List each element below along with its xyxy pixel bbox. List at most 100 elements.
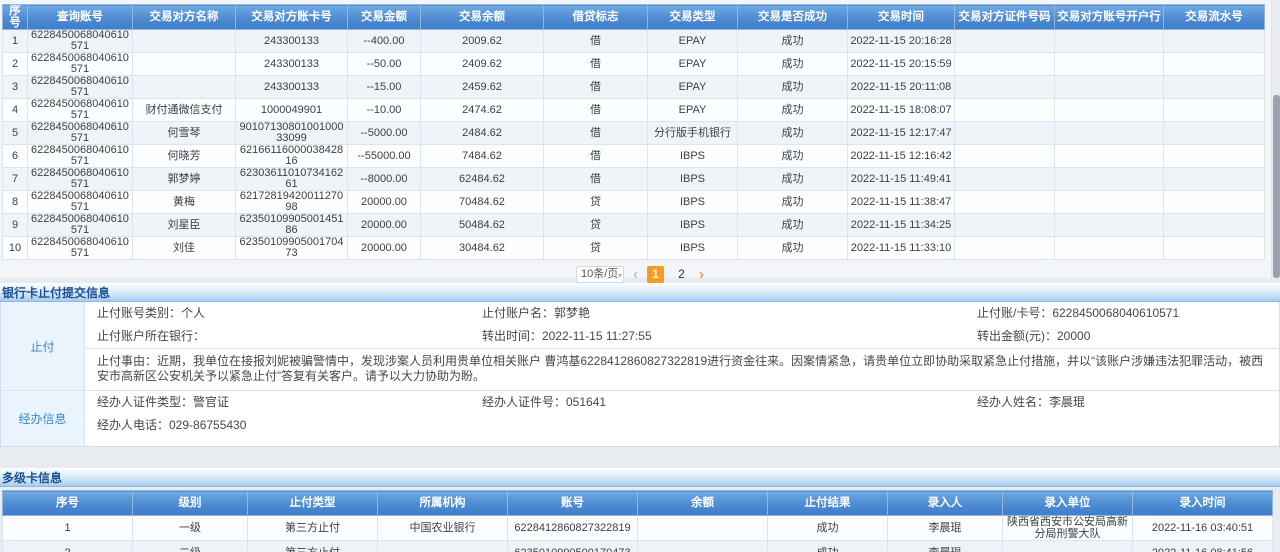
table-cell: 6235010990500145186 — [236, 214, 348, 237]
column-header-counterparty-name: 交易对方名称 — [133, 5, 236, 30]
table-cell: 6235010990500170473 — [236, 237, 348, 260]
table-cell — [1055, 214, 1164, 237]
table-cell: 243300133 — [236, 53, 348, 76]
table-cell: IBPS — [648, 145, 738, 168]
column-header-success: 交易是否成功 — [738, 5, 848, 30]
table-cell — [1055, 237, 1164, 260]
table-cell: 8 — [3, 191, 28, 214]
page-button-2[interactable]: 2 — [673, 266, 690, 283]
table-cell — [1164, 30, 1265, 53]
multi-card-panel: 多级卡信息 序号 级别 止付类型 所属机构 账号 余额 止付结果 录入人 录入单… — [0, 468, 1280, 552]
column-header-stop-result: 止付结果 — [768, 491, 888, 516]
table-cell: 9 — [3, 214, 28, 237]
table-cell — [955, 122, 1055, 145]
handler-cert-type-field: 经办人证件类型：警官证 — [97, 391, 482, 414]
table-cell: 6228450068040610571 — [28, 99, 133, 122]
table-cell: 第三方止付 — [248, 516, 378, 541]
table-cell: 7 — [3, 168, 28, 191]
table-cell: EPAY — [648, 76, 738, 99]
column-header-counterparty-id: 交易对方证件号码 — [955, 5, 1055, 30]
table-cell — [1164, 168, 1265, 191]
table-row[interactable]: 16228450068040610571243300133--400.00200… — [3, 30, 1265, 53]
table-cell: EPAY — [648, 99, 738, 122]
table-cell: 2022-11-15 11:34:25 — [848, 214, 955, 237]
scrollbar-thumb[interactable] — [1273, 95, 1280, 278]
table-cell: --50.00 — [348, 53, 421, 76]
stop-account-name-field: 止付账户名：郭梦艳 — [482, 302, 977, 325]
table-cell — [955, 76, 1055, 99]
table-cell: 2474.62 — [421, 99, 544, 122]
handler-info-block-content: 经办人证件类型：警官证 经办人证件号：051641 经办人姓名：李晨琨 经办人电… — [85, 391, 1279, 446]
prev-page-button[interactable]: ‹ — [633, 266, 638, 283]
table-row[interactable]: 106228450068040610571刘佳62350109905001704… — [3, 237, 1265, 260]
table-cell: 成功 — [738, 145, 848, 168]
table-row[interactable]: 2二级第三方止付6235010990500170473成功李晨琨2022-11-… — [3, 541, 1273, 552]
column-header-amount: 交易金额 — [348, 5, 421, 30]
table-cell: 借 — [544, 168, 648, 191]
transactions-panel: 序号 查询账号 交易对方名称 交易对方账卡号 交易金额 交易余额 借贷标志 交易… — [0, 0, 1280, 278]
stop-account-bank-field: 止付账户所在银行： — [97, 325, 482, 348]
table-cell: 成功 — [738, 53, 848, 76]
column-header-seq: 序号 — [3, 491, 133, 516]
multi-card-section-title: 多级卡信息 — [0, 468, 1280, 487]
table-cell: 243300133 — [236, 30, 348, 53]
table-cell: 6228450068040610571 — [28, 237, 133, 260]
table-cell — [1164, 214, 1265, 237]
page-size-select[interactable]: 10条/页 ▾ — [576, 266, 624, 283]
table-cell — [1003, 541, 1133, 552]
scrollbar[interactable] — [1271, 0, 1280, 278]
table-cell: 2022-11-15 11:38:47 — [848, 191, 955, 214]
table-cell: 2459.62 — [421, 76, 544, 99]
column-header-seq: 序号 — [3, 5, 28, 30]
field-row: 经办人证件类型：警官证 经办人证件号：051641 经办人姓名：李晨琨 — [85, 391, 1279, 414]
table-cell: 2 — [3, 541, 133, 552]
handler-info-block: 经办信息 经办人证件类型：警官证 经办人证件号：051641 经办人姓名：李晨琨… — [1, 390, 1279, 446]
table-cell: 30484.62 — [421, 237, 544, 260]
column-header-counterparty-card: 交易对方账卡号 — [236, 5, 348, 30]
page-button-1[interactable]: 1 — [647, 266, 664, 283]
table-row[interactable]: 96228450068040610571刘星臣62350109905001451… — [3, 214, 1265, 237]
table-row[interactable]: 1一级第三方止付中国农业银行6228412860827322819成功李晨琨陕西… — [3, 516, 1273, 541]
table-cell: 陕西省西安市公安局高新分局刑警大队 — [1003, 516, 1133, 541]
next-page-button[interactable]: › — [699, 266, 704, 283]
column-header-account: 账号 — [508, 491, 638, 516]
table-cell: 成功 — [738, 214, 848, 237]
stop-payment-body: 止付 止付账号类别：个人 止付账户名：郭梦艳 止付账/卡号：6228450068… — [0, 302, 1280, 447]
table-cell: --8000.00 — [348, 168, 421, 191]
table-cell: 借 — [544, 99, 648, 122]
table-cell: 借 — [544, 53, 648, 76]
handler-info-block-label: 经办信息 — [1, 391, 85, 446]
transactions-table: 序号 查询账号 交易对方名称 交易对方账卡号 交易金额 交易余额 借贷标志 交易… — [2, 4, 1265, 260]
table-row[interactable]: 86228450068040610571黄梅621728194200112709… — [3, 191, 1265, 214]
table-cell: --10.00 — [348, 99, 421, 122]
column-header-level: 级别 — [133, 491, 248, 516]
table-cell: EPAY — [648, 30, 738, 53]
table-row[interactable]: 76228450068040610571郭梦婷62303611010734162… — [3, 168, 1265, 191]
column-header-type: 交易类型 — [648, 5, 738, 30]
table-cell: 6228450068040610571 — [28, 168, 133, 191]
table-row[interactable]: 46228450068040610571财付通微信支付1000049901--1… — [3, 99, 1265, 122]
table-cell: 6228450068040610571 — [28, 122, 133, 145]
table-cell — [638, 516, 768, 541]
table-cell: --15.00 — [348, 76, 421, 99]
table-cell: 3 — [3, 76, 28, 99]
table-cell: 财付通微信支付 — [133, 99, 236, 122]
table-cell: 2022-11-15 18:08:07 — [848, 99, 955, 122]
table-cell: 成功 — [738, 30, 848, 53]
table-row[interactable]: 26228450068040610571243300133--50.002409… — [3, 53, 1265, 76]
table-cell: 黄梅 — [133, 191, 236, 214]
table-cell: --400.00 — [348, 30, 421, 53]
table-row[interactable]: 36228450068040610571243300133--15.002459… — [3, 76, 1265, 99]
table-cell: 20000.00 — [348, 237, 421, 260]
column-header-query-account: 查询账号 — [28, 5, 133, 30]
table-cell: 成功 — [738, 237, 848, 260]
table-cell: 2022-11-15 12:17:47 — [848, 122, 955, 145]
table-cell: 6228450068040610571 — [28, 145, 133, 168]
table-row[interactable]: 66228450068040610571何晓芳62166116000038428… — [3, 145, 1265, 168]
table-cell: 2022-11-16 08:41:56 — [1133, 541, 1273, 552]
column-header-institution: 所属机构 — [378, 491, 508, 516]
table-cell: 李晨琨 — [888, 516, 1003, 541]
table-cell: 成功 — [738, 191, 848, 214]
column-header-balance: 余额 — [638, 491, 768, 516]
table-row[interactable]: 56228450068040610571何雪琴90107130801001000… — [3, 122, 1265, 145]
